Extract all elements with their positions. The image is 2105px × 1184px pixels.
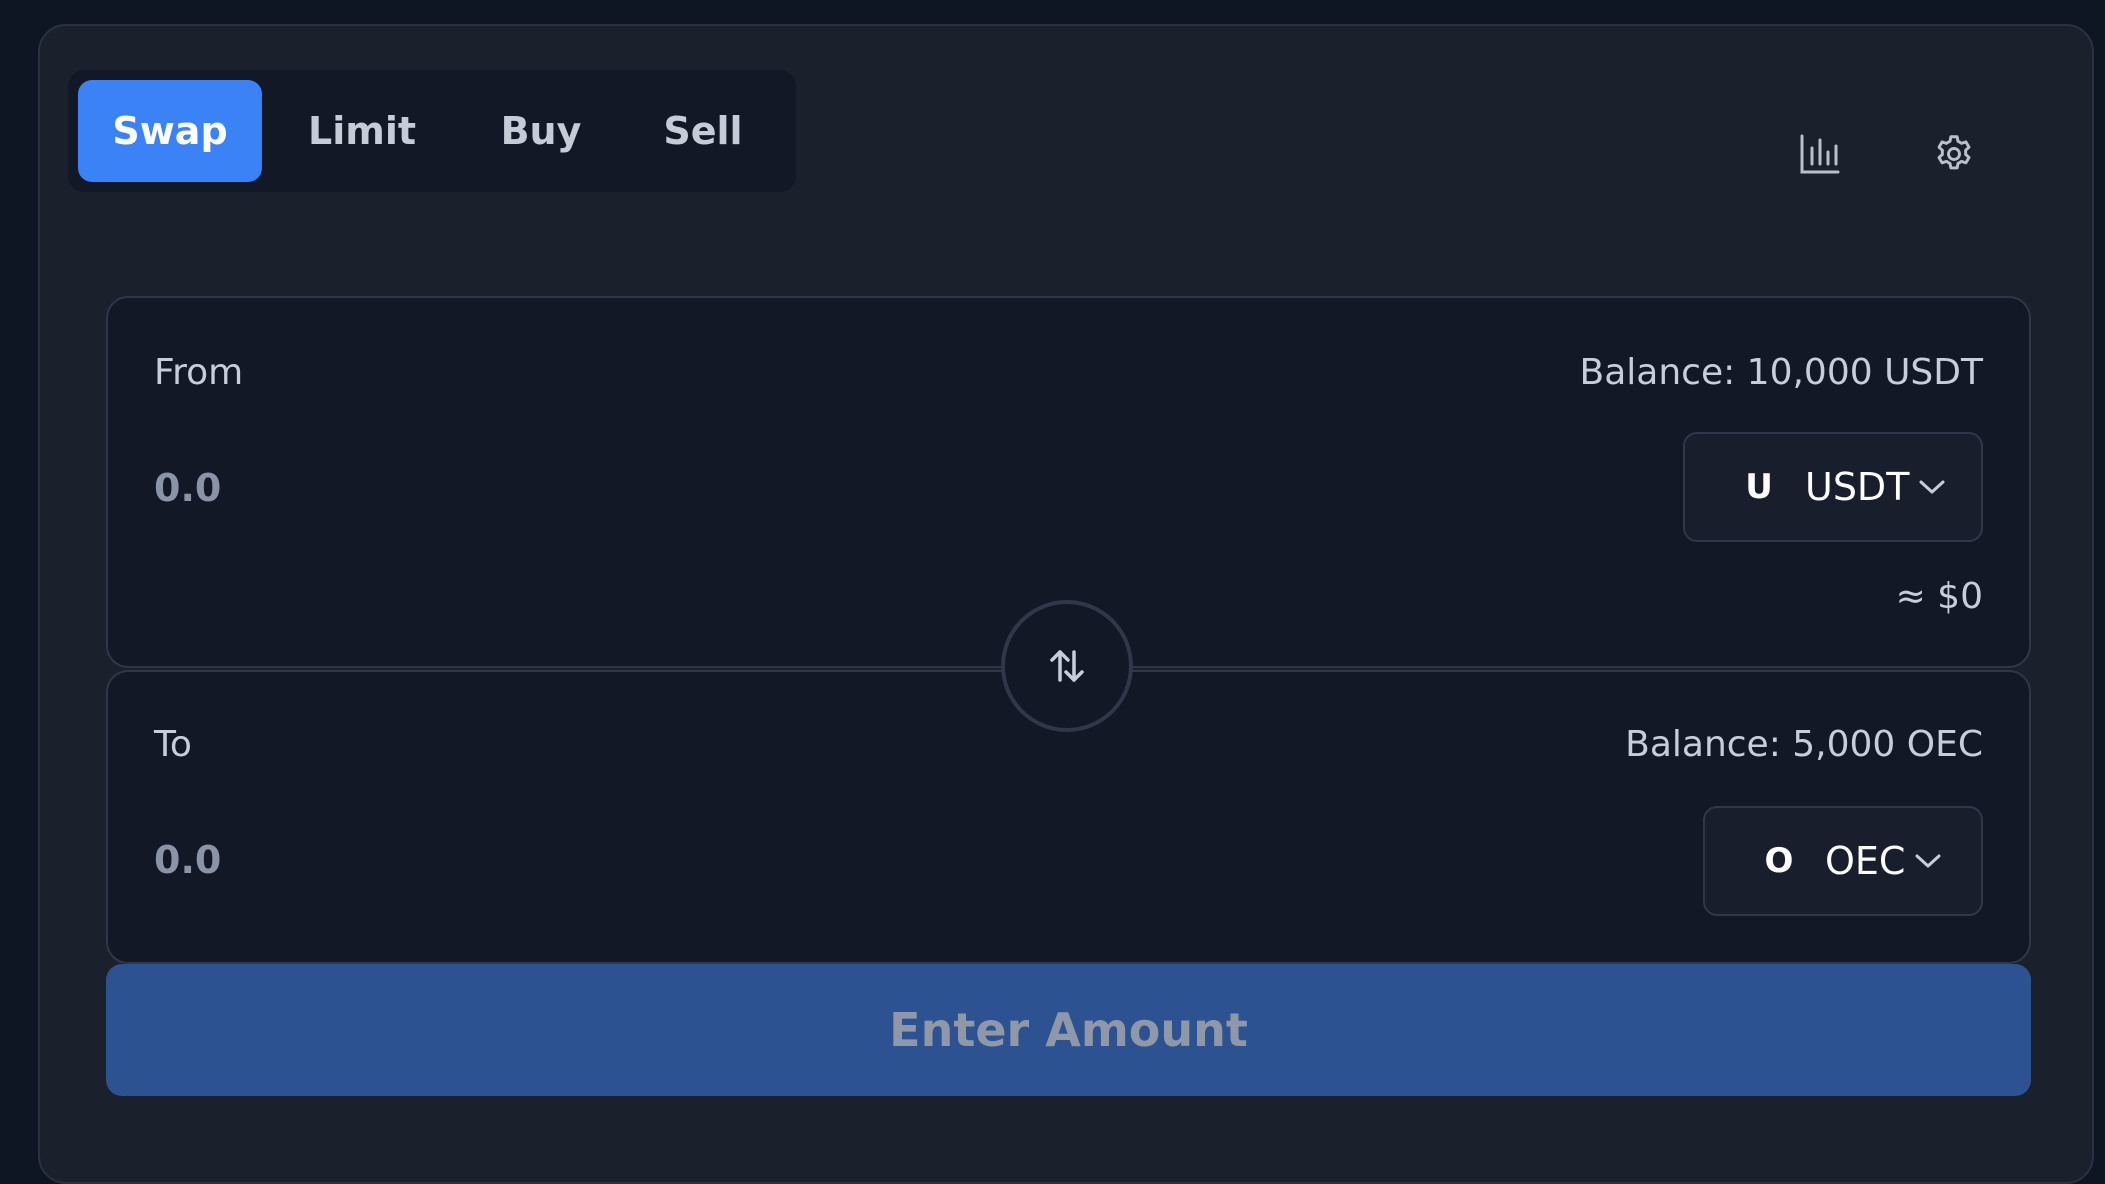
from-label: From bbox=[154, 352, 244, 393]
tab-swap[interactable]: Swap bbox=[78, 80, 262, 182]
bar-chart-icon bbox=[1800, 134, 1840, 174]
swap-vertical-arrows-icon bbox=[1050, 650, 1084, 682]
to-token-select[interactable]: O OEC bbox=[1703, 806, 1983, 916]
usdt-token-icon: U bbox=[1745, 467, 1773, 507]
from-usd-value: ≈ $0 bbox=[1895, 576, 1983, 617]
tab-sell[interactable]: Sell bbox=[620, 80, 786, 182]
chevron-down-icon bbox=[1917, 477, 1947, 497]
to-amount-input[interactable] bbox=[154, 838, 754, 882]
from-token-select[interactable]: U USDT bbox=[1683, 432, 1983, 542]
chart-button[interactable] bbox=[1790, 124, 1850, 184]
settings-button[interactable] bbox=[1924, 124, 1984, 184]
trade-mode-tabs: Swap Limit Buy Sell bbox=[68, 70, 796, 192]
from-token-symbol: USDT bbox=[1805, 465, 1910, 509]
tab-limit[interactable]: Limit bbox=[262, 80, 462, 182]
tab-buy[interactable]: Buy bbox=[462, 80, 620, 182]
to-balance: Balance: 5,000 OEC bbox=[1625, 724, 1983, 765]
chevron-down-icon bbox=[1913, 851, 1943, 871]
to-token-symbol: OEC bbox=[1825, 839, 1906, 883]
oec-token-icon: O bbox=[1764, 841, 1794, 881]
gear-icon bbox=[1937, 135, 1971, 170]
from-amount-input[interactable] bbox=[154, 466, 754, 510]
to-label: To bbox=[154, 724, 192, 765]
from-balance: Balance: 10,000 USDT bbox=[1579, 352, 1983, 393]
swap-direction-button[interactable] bbox=[1001, 600, 1133, 732]
enter-amount-button[interactable]: Enter Amount bbox=[106, 964, 2031, 1096]
